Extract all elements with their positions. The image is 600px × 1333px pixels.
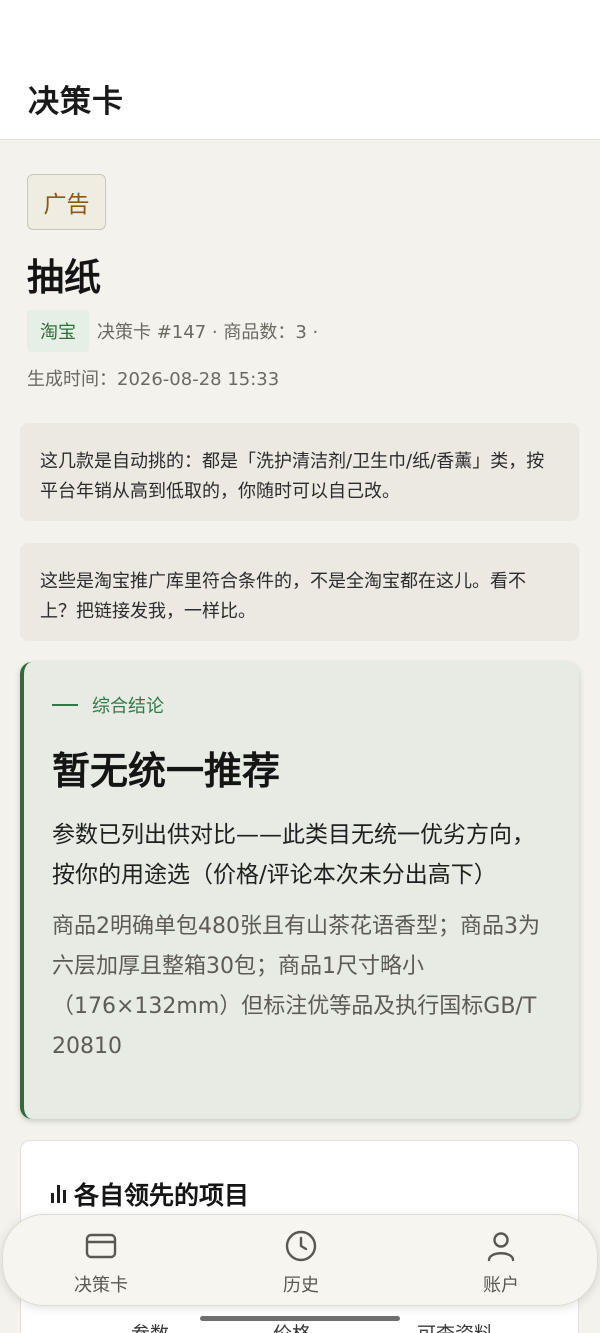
clock-icon <box>285 1230 317 1262</box>
leading-items-header: 各自领先的项目 <box>51 1176 249 1212</box>
nav-item-cards-label: 决策卡 <box>74 1275 128 1296</box>
eyebrow-dash <box>52 704 78 706</box>
home-indicator[interactable] <box>200 1316 400 1321</box>
card-meta: 决策卡 #147 · 商品数：3 · <box>97 322 319 343</box>
app-header: 决策卡 <box>0 0 600 140</box>
nav-item-account-label: 账户 <box>483 1275 519 1296</box>
verdict-eyebrow-label: 综合结论 <box>92 696 164 717</box>
bar-chart-icon <box>51 1185 66 1203</box>
source-note: 这些是淘宝推广库里符合条件的，不是全淘宝都在这儿。看不上？把链接发我，一样比。 <box>20 543 579 641</box>
verdict-card: 综合结论 暂无统一推荐 参数已列出供对比——此类目无统一优劣方向，按你的用途选（… <box>20 662 579 1119</box>
column-price: 价格 <box>273 1319 311 1333</box>
column-references: 可查资料 <box>417 1319 493 1333</box>
person-icon <box>487 1232 515 1262</box>
nav-item-history-label: 历史 <box>283 1275 319 1296</box>
page-title: 决策卡 <box>28 84 124 120</box>
verdict-headline: 暂无统一推荐 <box>52 749 281 793</box>
product-meta-row: 淘宝 决策卡 #147 · 商品数：3 · <box>27 310 318 352</box>
ad-badge: 广告 <box>27 174 106 230</box>
nav-item-history[interactable]: 历史 <box>231 1215 371 1307</box>
generated-time: 生成时间：2026-08-28 15:33 <box>27 369 280 390</box>
verdict-detail: 商品2明确单包480张且有山茶花语香型；商品3为六层加厚且整箱30包；商品1尺寸… <box>52 914 540 1059</box>
nav-item-cards[interactable]: 决策卡 <box>31 1215 171 1307</box>
column-params: 参数 <box>131 1319 169 1333</box>
card-icon <box>85 1233 117 1259</box>
product-title: 抽纸 <box>27 256 101 299</box>
leading-items-title: 各自领先的项目 <box>74 1181 250 1210</box>
platform-tag: 淘宝 <box>27 310 89 352</box>
verdict-eyebrow: 综合结论 <box>52 692 551 718</box>
nav-item-account[interactable]: 账户 <box>431 1215 571 1307</box>
bottom-nav: 决策卡 历史 账户 <box>2 1214 598 1306</box>
verdict-lead: 参数已列出供对比——此类目无统一优劣方向，按你的用途选（价格/评论本次未分出高下… <box>52 822 535 888</box>
selection-note: 这几款是自动挑的：都是「洗护清洁剂/卫生巾/纸/香薰」类，按平台年销从高到低取的… <box>20 423 579 521</box>
